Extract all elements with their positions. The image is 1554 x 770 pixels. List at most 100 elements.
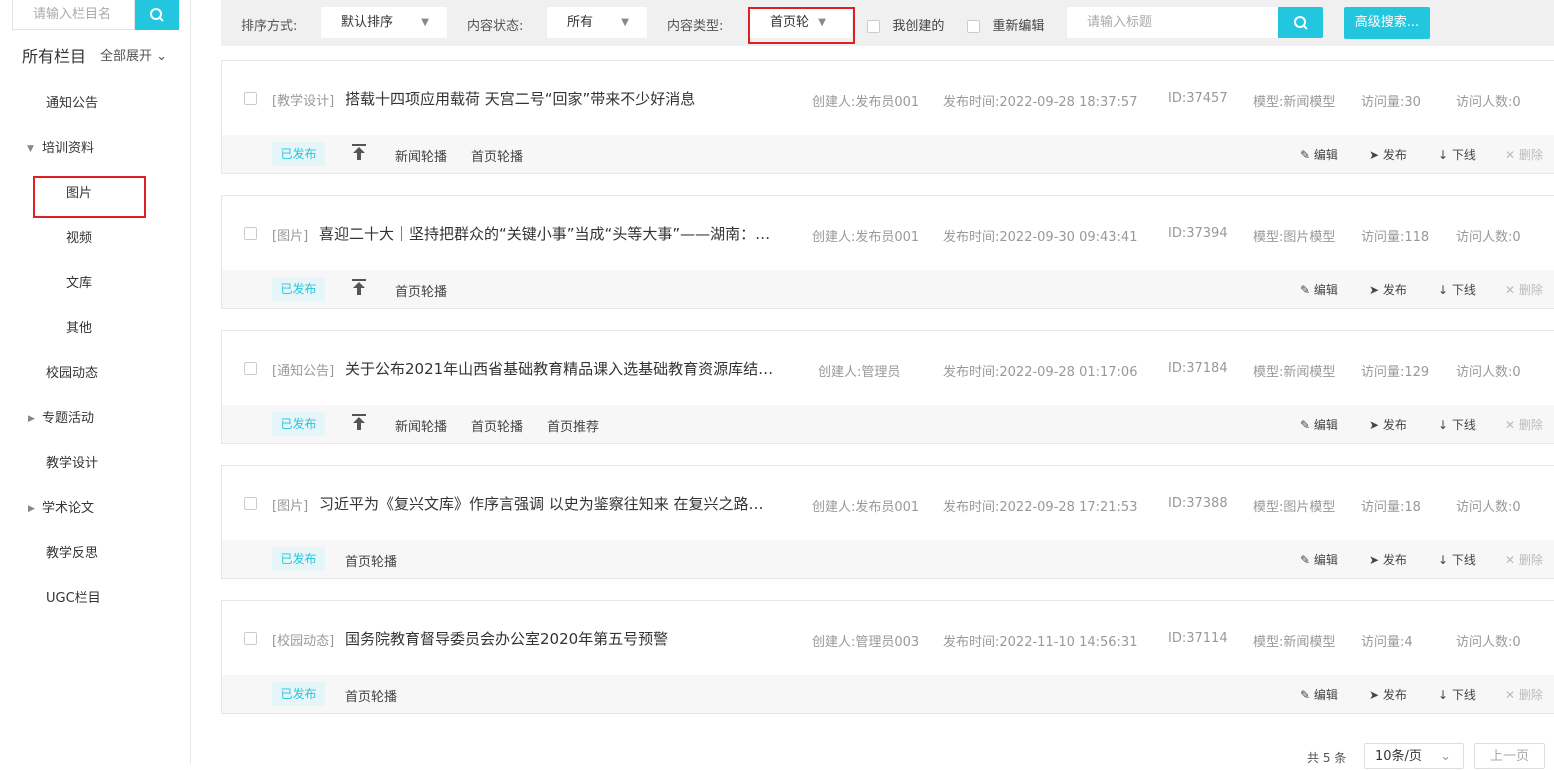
move-to-top-icon[interactable] xyxy=(352,279,366,295)
item-checkbox[interactable] xyxy=(244,92,257,105)
edit-button[interactable]: ✎ 编辑 xyxy=(1300,146,1338,163)
delete-button[interactable]: ✕ 删除 xyxy=(1505,281,1543,298)
content-item-card: [教学设计] 搭载十四项应用载荷 天宫二号“回家”带来不少好消息 创建人:发布员… xyxy=(221,60,1554,174)
total-count: 共 5 条 xyxy=(1307,751,1347,765)
tag-label[interactable]: 新闻轮播 xyxy=(395,146,447,165)
item-visitors: 访问人数:0 xyxy=(1456,635,1521,650)
send-icon: ➤ xyxy=(1369,283,1380,297)
tag-label[interactable]: 首页轮播 xyxy=(345,551,397,570)
item-title[interactable]: 喜迎二十大｜坚持把群众的“关键小事”当成“头等大事”——湖南：… xyxy=(319,223,770,244)
publish-button[interactable]: ➤ 发布 xyxy=(1369,281,1407,298)
tag-label[interactable]: 新闻轮播 xyxy=(395,416,447,435)
item-category: [教学设计] xyxy=(272,94,335,109)
item-title[interactable]: 习近平为《复兴文库》作序言强调 以史为鉴察往知来 在复兴之路… xyxy=(319,493,764,514)
status-badge: 已发布 xyxy=(272,142,325,166)
tag-label[interactable]: 首页轮播 xyxy=(471,416,523,435)
nav-item-topics[interactable]: 专题活动 xyxy=(42,409,94,429)
send-icon: ➤ xyxy=(1369,688,1380,702)
nav-item-library[interactable]: 文库 xyxy=(66,274,92,294)
delete-button[interactable]: ✕ 删除 xyxy=(1505,146,1543,163)
status-label: 内容状态: xyxy=(467,19,524,34)
nav-item-training[interactable]: 培训资料 xyxy=(42,139,94,159)
tag-label[interactable]: 首页轮播 xyxy=(471,146,523,165)
item-creator: 创建人:管理员 xyxy=(818,365,901,380)
nav-item-teaching-design[interactable]: 教学设计 xyxy=(46,454,98,474)
publish-button[interactable]: ➤ 发布 xyxy=(1369,686,1407,703)
my-created-checkbox[interactable]: 我创建的 xyxy=(867,15,944,34)
tag-label[interactable]: 首页轮播 xyxy=(395,281,447,300)
item-id: ID:37394 xyxy=(1168,226,1228,241)
delete-button[interactable]: ✕ 删除 xyxy=(1505,551,1543,568)
caret-right-icon[interactable]: ▶ xyxy=(28,504,35,514)
expand-all-label: 全部展开 xyxy=(100,49,153,64)
edit-button[interactable]: ✎ 编辑 xyxy=(1300,281,1338,298)
item-category: [通知公告] xyxy=(272,364,335,379)
offline-button[interactable]: ↓ 下线 xyxy=(1438,551,1476,568)
item-id: ID:37388 xyxy=(1168,496,1228,511)
item-title[interactable]: 关于公布2021年山西省基础教育精品课入选基础教育资源库结… xyxy=(345,358,773,379)
nav-item-campus[interactable]: 校园动态 xyxy=(46,364,98,384)
publish-button[interactable]: ➤ 发布 xyxy=(1369,551,1407,568)
nav-item-notice[interactable]: 通知公告 xyxy=(46,94,98,114)
search-icon xyxy=(150,8,164,22)
nav-item-other[interactable]: 其他 xyxy=(66,319,92,339)
item-model: 模型:新闻模型 xyxy=(1253,635,1336,650)
advanced-search-button[interactable]: 高级搜索... xyxy=(1344,7,1430,39)
item-id: ID:37184 xyxy=(1168,361,1228,376)
tag-label[interactable]: 首页轮播 xyxy=(345,686,397,705)
nav-item-reflection[interactable]: 教学反思 xyxy=(46,544,98,564)
nav-item-images[interactable]: 图片 xyxy=(66,184,92,204)
page-size-select[interactable]: 10条/页 ⌄ xyxy=(1364,743,1464,769)
delete-button[interactable]: ✕ 删除 xyxy=(1505,416,1543,433)
caret-right-icon[interactable]: ▶ xyxy=(28,414,35,424)
edit-button[interactable]: ✎ 编辑 xyxy=(1300,686,1338,703)
edit-button[interactable]: ✎ 编辑 xyxy=(1300,551,1338,568)
edit-icon: ✎ xyxy=(1300,553,1311,567)
publish-button[interactable]: ➤ 发布 xyxy=(1369,146,1407,163)
item-publish-time: 发布时间:2022-09-28 17:21:53 xyxy=(943,500,1138,515)
nav-item-ugc[interactable]: UGC栏目 xyxy=(46,589,101,609)
item-publish-time: 发布时间:2022-09-28 01:17:06 xyxy=(943,365,1138,380)
chevron-down-icon: ⌄ xyxy=(156,49,168,64)
sort-select[interactable]: 默认排序 ▼ xyxy=(321,7,447,38)
nav-item-video[interactable]: 视频 xyxy=(66,229,92,249)
re-edit-checkbox[interactable]: 重新编辑 xyxy=(967,15,1044,34)
item-title[interactable]: 搭载十四项应用载荷 天宫二号“回家”带来不少好消息 xyxy=(345,88,695,109)
move-to-top-icon[interactable] xyxy=(352,144,366,160)
column-search-input[interactable]: 请输入栏目名 xyxy=(12,0,135,30)
edit-button[interactable]: ✎ 编辑 xyxy=(1300,416,1338,433)
content-item-card: [通知公告] 关于公布2021年山西省基础教育精品课入选基础教育资源库结… 创建… xyxy=(221,330,1554,444)
arrow-down-icon: ↓ xyxy=(1438,688,1449,702)
item-checkbox[interactable] xyxy=(244,497,257,510)
offline-button[interactable]: ↓ 下线 xyxy=(1438,416,1476,433)
sort-value: 默认排序 xyxy=(341,15,394,30)
item-publish-time: 发布时间:2022-09-30 09:43:41 xyxy=(943,230,1138,245)
column-search-button[interactable] xyxy=(135,0,179,30)
expand-all-button[interactable]: 全部展开 ⌄ xyxy=(100,45,167,64)
caret-down-icon: ▼ xyxy=(621,17,629,28)
tag-label[interactable]: 首页推荐 xyxy=(547,416,599,435)
item-checkbox[interactable] xyxy=(244,632,257,645)
nav-item-papers[interactable]: 学术论文 xyxy=(42,499,94,519)
offline-button[interactable]: ↓ 下线 xyxy=(1438,281,1476,298)
checkbox[interactable] xyxy=(967,20,980,33)
status-badge: 已发布 xyxy=(272,682,325,706)
offline-button[interactable]: ↓ 下线 xyxy=(1438,686,1476,703)
item-checkbox[interactable] xyxy=(244,362,257,375)
item-model: 模型:图片模型 xyxy=(1253,230,1336,245)
prev-page-button[interactable]: 上一页 xyxy=(1474,743,1545,769)
delete-button[interactable]: ✕ 删除 xyxy=(1505,686,1543,703)
move-to-top-icon[interactable] xyxy=(352,414,366,430)
item-visitors: 访问人数:0 xyxy=(1456,230,1521,245)
checkbox[interactable] xyxy=(867,20,880,33)
item-title[interactable]: 国务院教育督导委员会办公室2020年第五号预警 xyxy=(345,628,668,649)
search-icon xyxy=(1293,15,1308,30)
publish-button[interactable]: ➤ 发布 xyxy=(1369,416,1407,433)
title-search-button[interactable] xyxy=(1278,7,1323,38)
title-search-input[interactable]: 请输入标题 xyxy=(1067,7,1279,38)
caret-down-icon[interactable]: ▼ xyxy=(27,144,34,154)
offline-button[interactable]: ↓ 下线 xyxy=(1438,146,1476,163)
content-item-card: [图片] 习近平为《复兴文库》作序言强调 以史为鉴察往知来 在复兴之路… 创建人… xyxy=(221,465,1554,579)
status-select[interactable]: 所有 ▼ xyxy=(547,7,647,38)
item-checkbox[interactable] xyxy=(244,227,257,240)
